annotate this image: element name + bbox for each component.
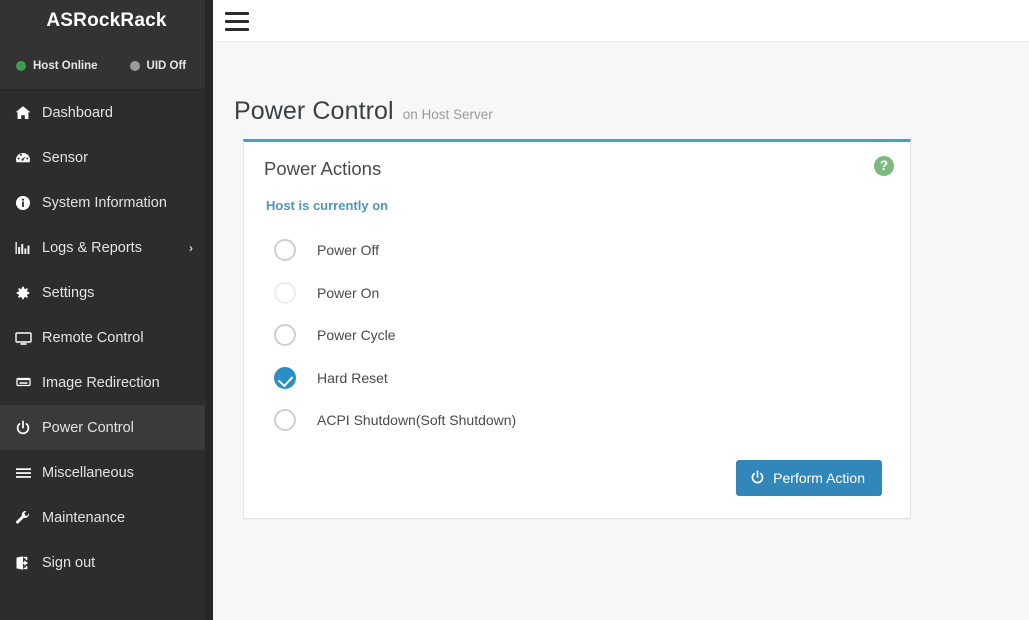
- sidebar-label-image-redirection: Image Redirection: [42, 374, 160, 391]
- sidebar-item-dashboard[interactable]: Dashboard: [0, 90, 213, 135]
- sidebar-scrollbar[interactable]: [205, 0, 213, 620]
- chevron-right-icon[interactable]: ›: [189, 241, 193, 255]
- main-content: Power Control on Host Server Power Actio…: [213, 42, 1029, 620]
- sidebar-nav: Dashboard Sensor System Information Logs…: [0, 90, 213, 585]
- gear-icon: [10, 285, 36, 301]
- option-power-cycle[interactable]: Power Cycle: [264, 314, 890, 357]
- status-label-uid: UID Off: [146, 59, 187, 72]
- page-subtitle: on Host Server: [402, 106, 493, 122]
- sidebar: ASRockRack Host Online UID Off Dashboard: [0, 0, 213, 620]
- page-title: Power Control: [234, 96, 394, 125]
- label-power-on: Power On: [317, 284, 380, 301]
- sidebar-item-power-control[interactable]: Power Control: [0, 405, 213, 450]
- home-icon: [10, 105, 36, 121]
- info-icon: [10, 195, 36, 211]
- sidebar-label-sensor: Sensor: [42, 149, 88, 166]
- sidebar-label-logs-and-reports: Logs & Reports: [42, 239, 142, 256]
- card-title: Power Actions: [264, 158, 382, 179]
- hamburger-icon[interactable]: [225, 9, 251, 33]
- label-power-cycle: Power Cycle: [317, 327, 396, 344]
- gauge-icon: [10, 150, 36, 166]
- status-dot-grey-icon: [129, 60, 140, 71]
- topbar: [213, 0, 1029, 42]
- hamburger-bar: [225, 27, 249, 31]
- brand-header: ASRockRack: [0, 0, 213, 42]
- sidebar-item-system-information[interactable]: System Information: [0, 180, 213, 225]
- radio-power-on: [274, 281, 296, 304]
- perform-action-button[interactable]: Perform Action: [736, 459, 882, 496]
- sidebar-label-remote-control: Remote Control: [42, 329, 144, 346]
- power-icon: [750, 470, 765, 485]
- sidebar-label-miscellaneous: Miscellaneous: [42, 464, 134, 481]
- card-footer: Perform Action: [264, 442, 890, 496]
- status-label-host-online: Host Online: [33, 59, 98, 72]
- status-dot-green-icon: [16, 60, 26, 71]
- sidebar-item-remote-control[interactable]: Remote Control: [0, 315, 213, 360]
- option-hard-reset[interactable]: Hard Reset: [264, 357, 890, 400]
- sidebar-label-maintenance: Maintenance: [42, 509, 126, 526]
- hamburger-bar: [225, 19, 249, 23]
- hamburger-bar: [225, 11, 249, 15]
- label-power-off: Power Off: [317, 242, 379, 259]
- sidebar-item-maintenance[interactable]: Maintenance: [0, 495, 213, 540]
- status-chip-host-online: Host Online: [16, 60, 98, 72]
- power-icon: [10, 419, 36, 436]
- page-heading: Power Control on Host Server: [213, 42, 1029, 143]
- sidebar-item-sensor[interactable]: Sensor: [0, 135, 213, 180]
- perform-action-label: Perform Action: [773, 469, 865, 486]
- sidebar-label-sign-out: Sign out: [42, 554, 96, 571]
- sidebar-item-logs-and-reports[interactable]: Logs & Reports ›: [0, 225, 213, 270]
- brand-title: ASRockRack: [46, 10, 167, 31]
- wrench-icon: [10, 510, 36, 526]
- status-chip-uid: UID Off: [129, 59, 187, 72]
- radio-acpi-shutdown[interactable]: [274, 409, 296, 432]
- card-body: Host is currently on Power Off Power On …: [244, 190, 910, 518]
- app-root: ASRockRack Host Online UID Off Dashboard: [0, 0, 1029, 620]
- label-hard-reset: Hard Reset: [317, 369, 388, 386]
- sidebar-item-miscellaneous[interactable]: Miscellaneous: [0, 450, 213, 495]
- radio-power-cycle[interactable]: [274, 324, 296, 347]
- sidebar-item-settings[interactable]: Settings: [0, 270, 213, 315]
- disk-icon: [10, 375, 36, 391]
- option-acpi-shutdown[interactable]: ACPI Shutdown(Soft Shutdown): [264, 399, 890, 442]
- monitor-icon: [10, 330, 36, 346]
- label-acpi-shutdown: ACPI Shutdown(Soft Shutdown): [317, 412, 517, 429]
- bar-chart-icon: [10, 240, 36, 256]
- list-icon: [10, 465, 36, 481]
- host-status-bar: Host Online UID Off: [0, 42, 213, 90]
- radio-power-off[interactable]: [274, 239, 296, 262]
- sidebar-label-power-control: Power Control: [42, 419, 134, 436]
- option-power-on: Power On: [264, 272, 890, 315]
- radio-hard-reset[interactable]: [274, 366, 296, 389]
- sidebar-label-dashboard: Dashboard: [42, 104, 113, 121]
- sidebar-label-system-information: System Information: [42, 194, 167, 211]
- sidebar-item-sign-out[interactable]: Sign out: [0, 540, 213, 585]
- power-action-options: Power Off Power On Power Cycle Hard Rese…: [264, 229, 890, 442]
- sidebar-item-image-redirection[interactable]: Image Redirection: [0, 360, 213, 405]
- sign-out-icon: [10, 555, 36, 571]
- card-header: Power Actions ?: [244, 142, 910, 190]
- help-circle-icon[interactable]: ?: [874, 156, 894, 176]
- power-actions-card: Power Actions ? Host is currently on Pow…: [243, 139, 911, 519]
- sidebar-label-settings: Settings: [42, 284, 95, 301]
- option-power-off[interactable]: Power Off: [264, 229, 890, 272]
- host-power-status: Host is currently on: [266, 198, 389, 213]
